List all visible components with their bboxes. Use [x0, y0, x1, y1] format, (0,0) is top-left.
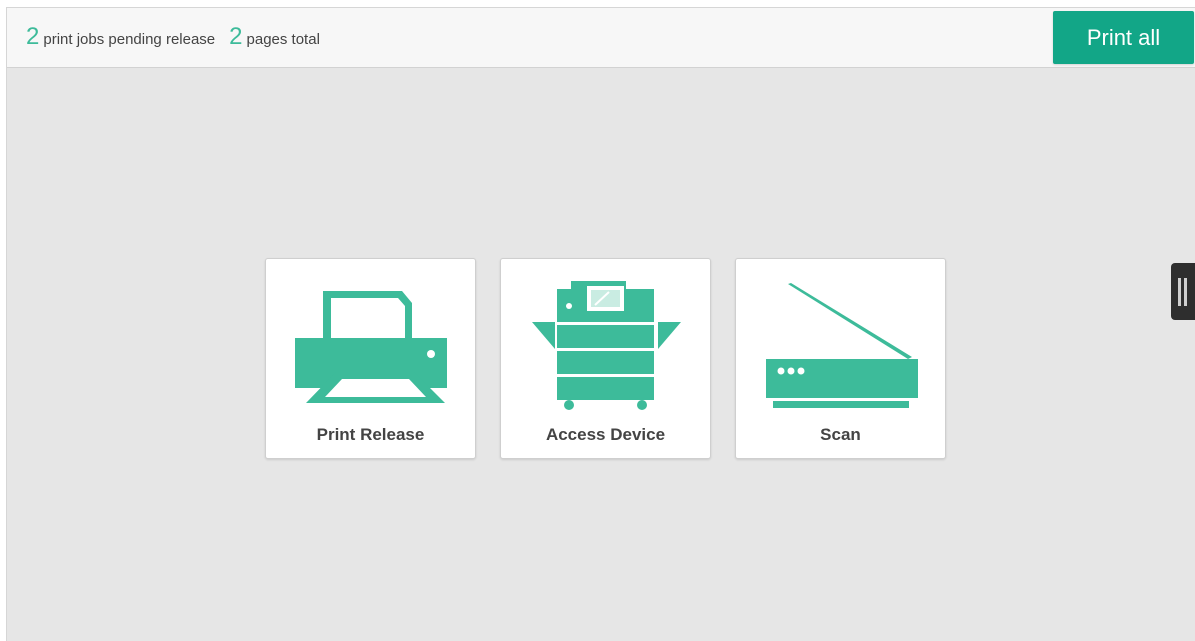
jobs-count: 2 [26, 23, 40, 50]
scanner-icon [766, 283, 918, 408]
print-release-label: Print Release [316, 425, 425, 444]
print-all-button[interactable]: Print all [1053, 11, 1194, 64]
pages-label: pages total [246, 31, 320, 48]
app-frame: 2 print jobs pending release 2 pages tot… [6, 7, 1195, 641]
jobs-label: print jobs pending release [43, 31, 216, 48]
handle-grip-left [1178, 278, 1181, 306]
handle-grip-right [1184, 278, 1187, 306]
printer-icon [295, 291, 447, 403]
access-device-tile[interactable]: Access Device [500, 258, 711, 459]
print-release-tile[interactable]: Print Release [265, 258, 476, 459]
access-device-label: Access Device [545, 425, 666, 444]
action-tiles: Print Release Access Device Scan [265, 258, 946, 459]
pages-count: 2 [229, 23, 243, 50]
panel-handle-icon[interactable] [1171, 263, 1195, 320]
top-bar: 2 print jobs pending release 2 pages tot… [7, 8, 1195, 68]
scan-label: Scan [820, 425, 861, 444]
copier-icon [532, 281, 681, 410]
scan-tile[interactable]: Scan [735, 258, 946, 459]
pending-summary: 2 print jobs pending release 2 pages tot… [26, 23, 334, 53]
